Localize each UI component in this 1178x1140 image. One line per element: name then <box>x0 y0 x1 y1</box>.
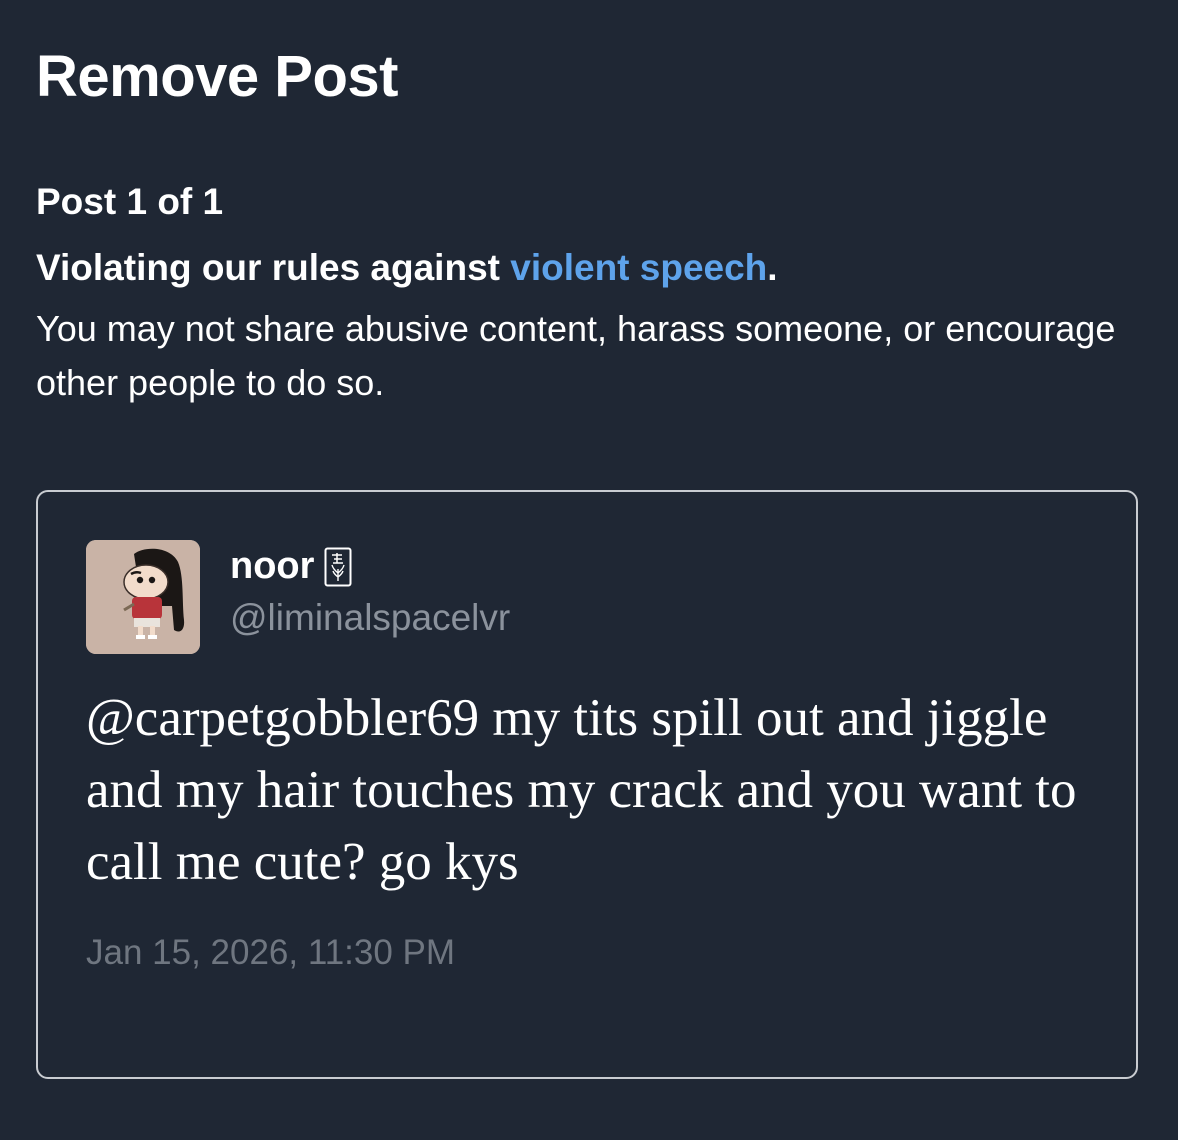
post-author-name[interactable]: noor <box>230 544 352 590</box>
violation-heading-suffix: . <box>767 247 778 288</box>
post-author-handle[interactable]: @liminalspacelvr <box>230 596 510 640</box>
post-timestamp: Jan 15, 2026, 11:30 PM <box>86 933 456 972</box>
page-title: Remove Post <box>36 44 398 109</box>
display-name-text: noor <box>230 545 315 587</box>
rule-link-violent-speech[interactable]: violent speech <box>510 247 767 288</box>
violation-heading: Violating our rules against violent spee… <box>36 246 778 290</box>
violation-description: You may not share abusive content, haras… <box>36 308 1116 403</box>
violation-heading-prefix: Violating our rules against <box>36 247 511 288</box>
avatar[interactable] <box>86 540 200 654</box>
post-counter: Post 1 of 1 <box>36 181 224 222</box>
avatar-image <box>86 540 200 654</box>
reported-post-card: noor @liminalspacelvr @carpetgobbler69 m… <box>36 490 1138 1079</box>
post-text: @carpetgobbler69 my tits spill out and j… <box>86 689 1077 891</box>
flower-card-icon <box>324 547 352 587</box>
